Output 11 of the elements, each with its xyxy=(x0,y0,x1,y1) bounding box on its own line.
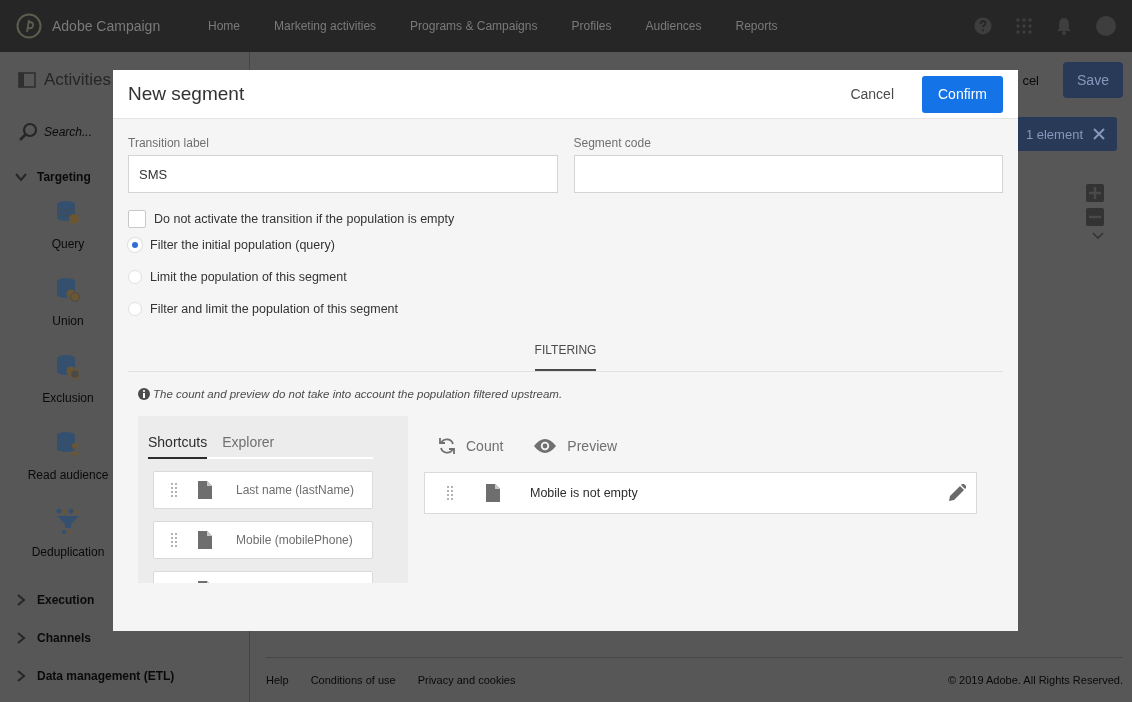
product-name: Adobe Campaign xyxy=(52,18,161,34)
copyright-text: © 2019 Adobe. All Rights Reserved. xyxy=(947,674,1123,686)
field-label: Segment code xyxy=(573,136,652,150)
radio-label: Limit the population of this segment xyxy=(150,270,347,284)
dialog-title: New segment xyxy=(128,83,245,105)
checkbox-label: Do not activate the transition if the population is empty xyxy=(154,212,455,226)
radio-label: Filter the initial population (query) xyxy=(150,238,335,252)
rule-label: Mobile is not empty xyxy=(530,486,639,500)
field-label: Transition label xyxy=(128,136,210,150)
radio-label: Filter and limit the population of this segment xyxy=(150,302,399,316)
info-note: The count and preview do not take into account the population filtered upstream. xyxy=(153,388,563,400)
